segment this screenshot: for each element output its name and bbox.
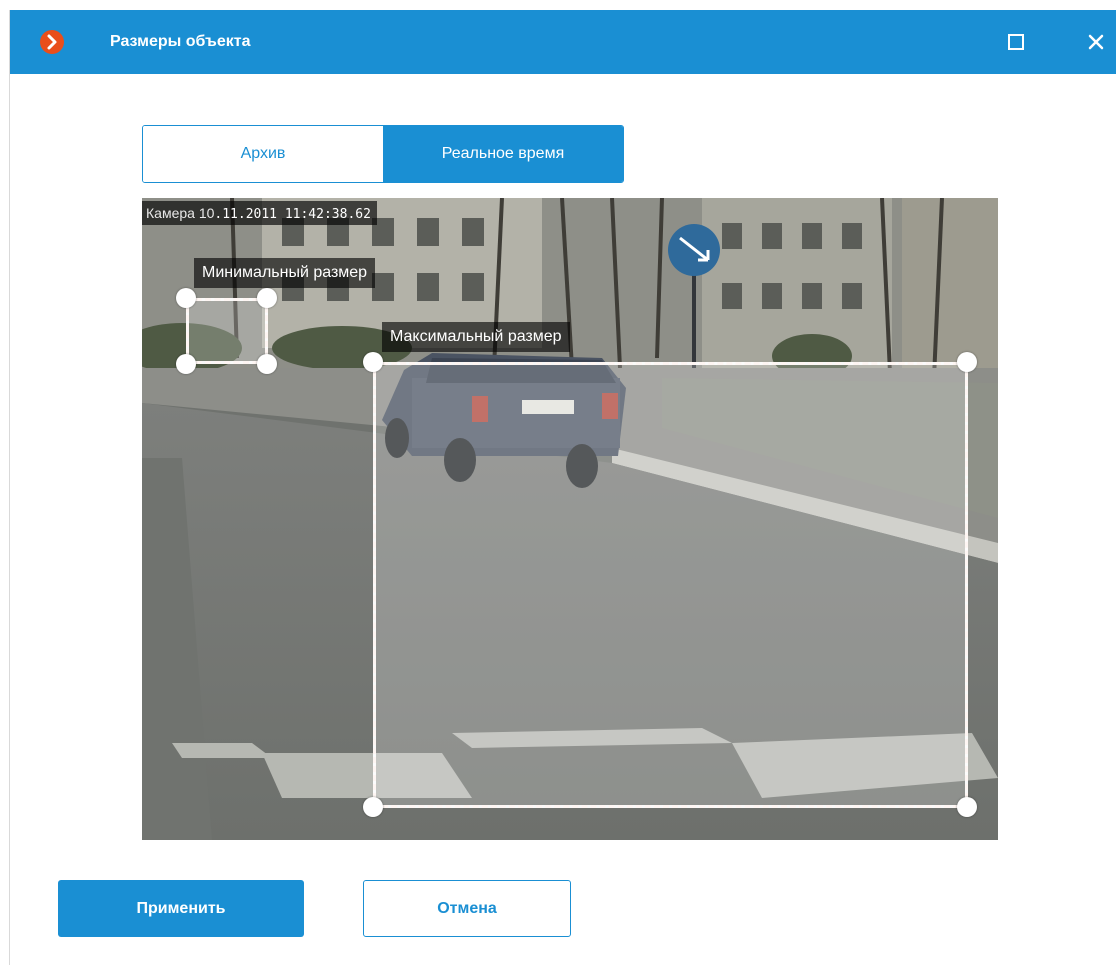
dialog-title: Размеры объекта xyxy=(110,33,251,50)
max-size-zone[interactable] xyxy=(373,362,968,808)
mode-tabs: Архив Реальное время xyxy=(142,125,624,183)
close-button[interactable] xyxy=(1074,20,1116,64)
close-icon xyxy=(1088,34,1104,50)
apply-button[interactable]: Применить xyxy=(58,880,304,937)
tab-archive[interactable]: Архив xyxy=(143,126,383,182)
max-zone-handle-top-left[interactable] xyxy=(363,352,383,372)
max-zone-handle-bottom-right[interactable] xyxy=(957,797,977,817)
camera-view[interactable]: Камера 10.11.2011 11:42:38.62 Минимальны… xyxy=(142,198,998,840)
maximize-button[interactable] xyxy=(994,20,1038,64)
title-bar: Размеры объекта xyxy=(10,10,1116,74)
object-size-dialog: Размеры объекта Архив Реальное время Кам… xyxy=(10,10,1116,965)
min-size-zone[interactable] xyxy=(186,298,268,364)
camera-overlay-label: Камера 10.11.2011 11:42:38.62 xyxy=(142,201,377,225)
max-zone-handle-top-right[interactable] xyxy=(957,352,977,372)
min-zone-handle-bottom-left[interactable] xyxy=(176,354,196,374)
maximize-icon xyxy=(1008,34,1024,50)
cancel-button[interactable]: Отмена xyxy=(363,880,571,937)
min-zone-handle-top-left[interactable] xyxy=(176,288,196,308)
app-logo-icon xyxy=(40,30,64,54)
max-zone-handle-bottom-left[interactable] xyxy=(363,797,383,817)
max-size-label: Максимальный размер xyxy=(382,322,570,352)
camera-name: Камера 10 xyxy=(146,205,215,221)
tab-realtime[interactable]: Реальное время xyxy=(383,126,623,182)
min-zone-handle-top-right[interactable] xyxy=(257,288,277,308)
min-size-label: Минимальный размер xyxy=(194,258,376,288)
camera-timestamp: .11.2011 11:42:38.62 xyxy=(214,207,371,222)
min-zone-handle-bottom-right[interactable] xyxy=(257,354,277,374)
